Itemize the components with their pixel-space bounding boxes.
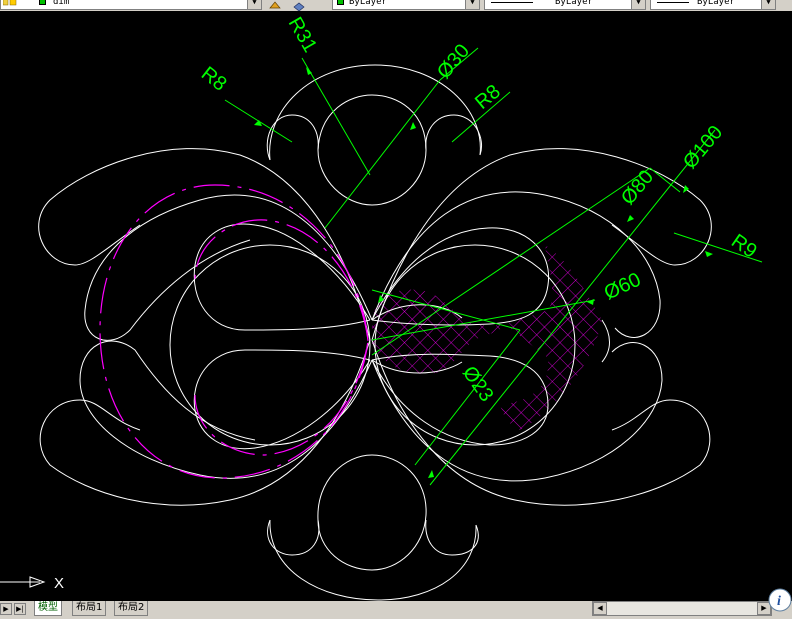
help-balloon-icon[interactable]: i: [768, 586, 792, 614]
bottom-inner-circle[interactable]: [317, 454, 427, 571]
tab-first-icon[interactable]: ▶: [0, 603, 12, 615]
outer-contour[interactable]: [38, 148, 371, 341]
top-small-arc-right[interactable]: [425, 114, 482, 156]
layer-name: dim: [53, 0, 70, 7]
arrowhead: [683, 185, 689, 193]
layer-previous-icon[interactable]: [292, 0, 306, 11]
arrowhead: [428, 470, 434, 478]
bottom-lobe[interactable]: [269, 519, 477, 601]
chevron-down-icon[interactable]: ▼: [465, 0, 479, 9]
dim-text-r8-left: R8: [197, 63, 231, 96]
hatch-region-center[interactable]: [372, 289, 506, 374]
lineweight-sample: [657, 2, 689, 3]
dim-text-d80: Ø80: [617, 166, 658, 209]
layer-dropdown[interactable]: dim ▼: [0, 0, 262, 10]
bottom-small-arc-left[interactable]: [267, 519, 320, 556]
top-inner-circle[interactable]: [317, 94, 427, 206]
dim-line-d100[interactable]: [429, 129, 716, 486]
layout-tab-bar: ▶ ▶| 模型 布局1 布局2 ◀ ▶: [0, 601, 792, 619]
ucs-x-label: X: [54, 575, 64, 592]
chevron-down-icon[interactable]: ▼: [761, 0, 775, 9]
dim-text-r9: R9: [727, 230, 761, 263]
chevron-down-icon[interactable]: ▼: [247, 0, 261, 9]
dim-text-r8-right: R8: [471, 81, 505, 114]
svg-text:i: i: [777, 594, 781, 609]
arrowhead: [410, 122, 416, 130]
scroll-left-icon[interactable]: ◀: [593, 602, 607, 615]
dim-text-d100: Ø100: [679, 122, 727, 174]
dim-leader-d30[interactable]: [324, 79, 441, 229]
top-small-arc-left[interactable]: [266, 114, 319, 161]
bottom-small-arc-right[interactable]: [425, 519, 479, 556]
right-small-arc[interactable]: [601, 319, 610, 363]
linetype-control-dropdown[interactable]: ByLayer ▼: [484, 0, 646, 10]
properties-toolbar: dim ▼ ByLayer ▼ ByLayer ▼ ByLayer ▼: [0, 0, 792, 11]
make-object-layer-current-icon[interactable]: [268, 0, 282, 11]
chevron-down-icon[interactable]: ▼: [631, 0, 645, 9]
tab-last-icon[interactable]: ▶|: [14, 603, 26, 615]
linetype-value: ByLayer: [555, 0, 593, 7]
dim-line-r31[interactable]: [301, 57, 371, 176]
left-arm-bottom[interactable]: [79, 340, 373, 479]
lineweight-control-dropdown[interactable]: ByLayer ▼: [650, 0, 776, 10]
color-value: ByLayer: [349, 0, 387, 7]
dashed-circle-outer[interactable]: [99, 184, 369, 479]
dim-text-r31: R31: [284, 14, 321, 57]
tab-layout2[interactable]: 布局2: [114, 601, 149, 616]
tab-model[interactable]: 模型: [34, 601, 62, 616]
layer-state-icon: [2, 0, 17, 6]
dim-text-d60: Ø60: [601, 269, 645, 305]
layer-color-swatch: [39, 0, 46, 5]
dim-text-d30: Ø30: [433, 40, 474, 83]
arrowhead: [705, 251, 713, 257]
arrowhead: [627, 215, 634, 222]
dashed-circle-inner[interactable]: [194, 219, 369, 456]
dim-text-d23: Ø23: [458, 362, 498, 406]
model-space-drawing[interactable]: R31 Ø30 R8 R8 Ø80 Ø100 R9 Ø60 Ø23 X: [0, 11, 792, 601]
color-swatch: [337, 0, 344, 5]
outer-contour[interactable]: [39, 339, 371, 506]
tab-layout1[interactable]: 布局1: [72, 601, 107, 616]
ucs-icon: X: [0, 575, 64, 592]
left-comma-bottom[interactable]: [193, 349, 371, 450]
hatch-region-right[interactable]: [500, 245, 602, 430]
color-control-dropdown[interactable]: ByLayer ▼: [332, 0, 480, 10]
linetype-sample: [491, 2, 533, 3]
horizontal-scrollbar[interactable]: ◀ ▶: [592, 601, 772, 616]
drawing-canvas[interactable]: R31 Ø30 R8 R8 Ø80 Ø100 R9 Ø60 Ø23 X: [0, 11, 792, 601]
lineweight-value: ByLayer: [697, 0, 735, 7]
